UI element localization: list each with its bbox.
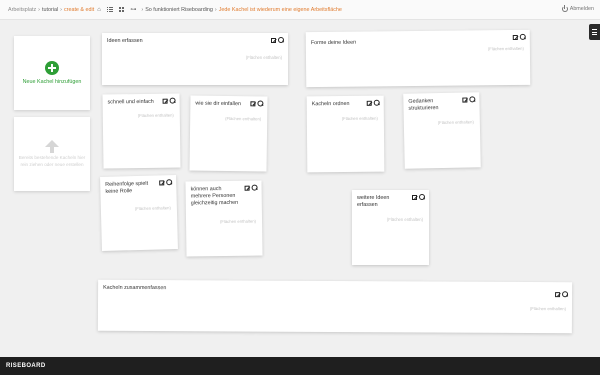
tile-title: Kacheln ordnen	[311, 100, 350, 108]
tile-schnell-und-einfach[interactable]: schnell und einfach (Flächen enthalten)	[102, 93, 181, 169]
breadcrumb-bar: Arbeitsplatz › tutorial › create & edit …	[0, 0, 600, 20]
zoom-icon[interactable]	[419, 194, 426, 201]
tile-status: (Flächen enthalten)	[219, 218, 257, 225]
edit-icon[interactable]	[366, 100, 372, 106]
edit-icon[interactable]	[159, 179, 165, 185]
tile-title: weitere Ideen erfassen	[357, 195, 390, 208]
edit-icon[interactable]	[271, 37, 276, 43]
zoom-icon[interactable]	[562, 291, 568, 297]
brand-logo: RISEBOARD	[6, 363, 46, 369]
edit-icon[interactable]	[412, 194, 417, 200]
edit-icon[interactable]	[250, 100, 256, 106]
tile-title: können auch mehrere Personen gleichzeiti…	[190, 186, 239, 207]
tile-weitere-ideen[interactable]: weitere Ideen erfassen (Flächen enthalte…	[352, 190, 429, 265]
drop-zone-hint: Bereits bestehende Kacheln hier rein zie…	[18, 155, 86, 167]
tile-title: Kacheln zusammenfassen	[103, 284, 167, 292]
zoom-icon[interactable]	[469, 96, 475, 102]
tile-status: (Flächen enthalten)	[225, 115, 262, 122]
side-menu-toggle[interactable]	[589, 24, 600, 40]
tile-reihenfolge[interactable]: Reihenfolge spielt keine Rolle (Flächen …	[100, 175, 178, 251]
tile-status: (Flächen enthalten)	[245, 55, 282, 60]
tile-title: Gedanken strukturieren	[408, 98, 439, 112]
tile-view-icon[interactable]	[118, 6, 125, 13]
logout-label: Abmelden	[569, 6, 594, 12]
footer-bar: RISEBOARD	[0, 357, 600, 375]
zoom-icon[interactable]	[278, 37, 285, 44]
zoom-icon[interactable]	[374, 100, 380, 106]
tile-title: Reihenfolge spielt keine Rolle	[105, 180, 149, 195]
tile-title: Forme deine Ideen	[310, 39, 357, 47]
home-icon[interactable]: ⌂	[97, 7, 101, 13]
edit-icon[interactable]	[462, 96, 468, 103]
breadcrumb-board[interactable]: So funktioniert Riseboarding	[145, 7, 213, 13]
breadcrumb-mode[interactable]: create & edit	[64, 7, 94, 13]
breadcrumb-current-tile: Jede Kachel ist wiederum eine eigene Arb…	[218, 6, 342, 13]
add-tile-label: Neue Kachel hinzufügen	[22, 79, 82, 85]
arrow-up-icon	[45, 140, 59, 154]
drop-zone[interactable]: Bereits bestehende Kacheln hier rein zie…	[14, 117, 90, 191]
zoom-icon[interactable]	[257, 100, 263, 106]
edit-icon[interactable]	[244, 185, 250, 191]
tile-kacheln-zusammenfassen[interactable]: Kacheln zusammenfassen (Flächen enthalte…	[97, 279, 573, 334]
add-tile-button[interactable]: Neue Kachel hinzufügen	[14, 36, 90, 110]
tile-gedanken-strukturieren[interactable]: Gedanken strukturieren (Flächen enthalte…	[403, 92, 481, 169]
zoom-icon[interactable]	[520, 34, 526, 40]
tile-forme-deine-ideen[interactable]: Forme deine Ideen (Flächen enthalten)	[305, 29, 531, 88]
plus-icon	[45, 61, 59, 75]
zoom-icon[interactable]	[170, 98, 176, 104]
power-icon	[561, 5, 568, 12]
breadcrumb-separator: ›	[141, 6, 144, 13]
edit-icon[interactable]	[512, 34, 518, 40]
breadcrumb-root[interactable]: Arbeitsplatz	[8, 7, 36, 13]
logout-button[interactable]: Abmelden	[561, 5, 594, 12]
breadcrumb-separator: ›	[214, 6, 217, 13]
tile-mehrere-personen[interactable]: können auch mehrere Personen gleichzeiti…	[185, 180, 263, 257]
tile-status: (Flächen enthalten)	[386, 217, 423, 222]
tile-status: (Flächen enthalten)	[341, 115, 378, 122]
tile-wie-sie-dir-einfallen[interactable]: wie sie dir einfallen (Flächen enthalten…	[189, 95, 268, 172]
breadcrumb-separator: ›	[60, 6, 62, 13]
tile-status: (Flächen enthalten)	[134, 205, 171, 212]
tile-status: (Flächen enthalten)	[437, 119, 474, 126]
zoom-icon[interactable]	[166, 179, 172, 185]
tile-status: (Flächen enthalten)	[137, 112, 174, 119]
breadcrumb-separator: ›	[38, 6, 40, 13]
tile-status: (Flächen enthalten)	[529, 306, 567, 312]
tile-ideen-erfassen[interactable]: Ideen erfassen (Flächen enthalten)	[102, 33, 288, 85]
grid-view-icon[interactable]	[106, 6, 113, 13]
tree-view-icon[interactable]: ⊶	[130, 6, 136, 13]
tile-status: (Flächen enthalten)	[487, 45, 524, 52]
tile-title: Ideen erfassen	[107, 38, 143, 44]
hamburger-icon	[592, 29, 597, 31]
breadcrumb-workspace[interactable]: tutorial	[42, 7, 58, 13]
edit-icon[interactable]	[162, 98, 168, 104]
tile-title: schnell und einfach	[107, 98, 154, 106]
edit-icon[interactable]	[555, 291, 561, 297]
zoom-icon[interactable]	[252, 185, 258, 191]
tile-kacheln-ordnen[interactable]: Kacheln ordnen (Flächen enthalten)	[306, 95, 385, 173]
tile-title: wie sie dir einfallen	[195, 100, 241, 108]
